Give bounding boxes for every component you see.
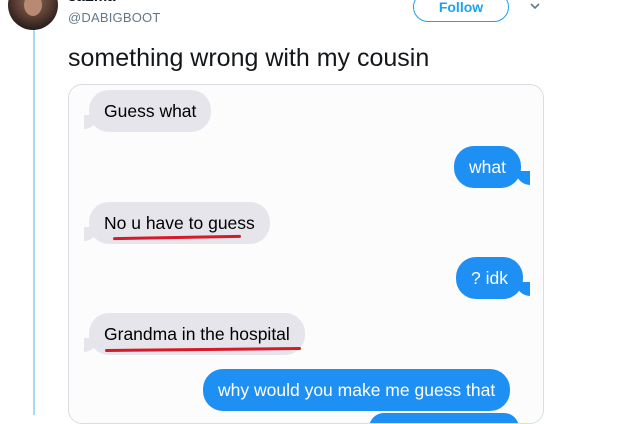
message-text: what (469, 157, 506, 177)
message-text: ? idk (471, 268, 508, 288)
message-bubble-outgoing: ? idk (456, 257, 523, 299)
message-text: Guess what (104, 101, 197, 121)
screenshot-media[interactable]: Guess what what No u have to guess ? idk… (68, 84, 544, 424)
bubble-tail (516, 282, 530, 296)
message-bubble-outgoing: why would you make me guess that (203, 369, 511, 411)
message-text: why would you make me guess that (218, 380, 496, 400)
message-text: Grandma in the hospital (104, 324, 290, 344)
thread-line (33, 30, 35, 415)
message-text: No u have to guess (104, 213, 255, 233)
message-bubble-incoming: Guess what (89, 90, 212, 132)
follow-button[interactable]: Follow (413, 0, 509, 22)
display-name[interactable]: saLma (68, 0, 116, 5)
user-handle[interactable]: @DABIGBOOT (68, 10, 161, 25)
message-bubble-outgoing: what (454, 146, 521, 188)
avatar[interactable] (8, 0, 58, 30)
avatar-face (24, 0, 42, 16)
tweet-text: something wrong with my cousin (68, 44, 430, 72)
chevron-down-icon[interactable] (530, 3, 540, 10)
bubble-tail (516, 171, 530, 185)
